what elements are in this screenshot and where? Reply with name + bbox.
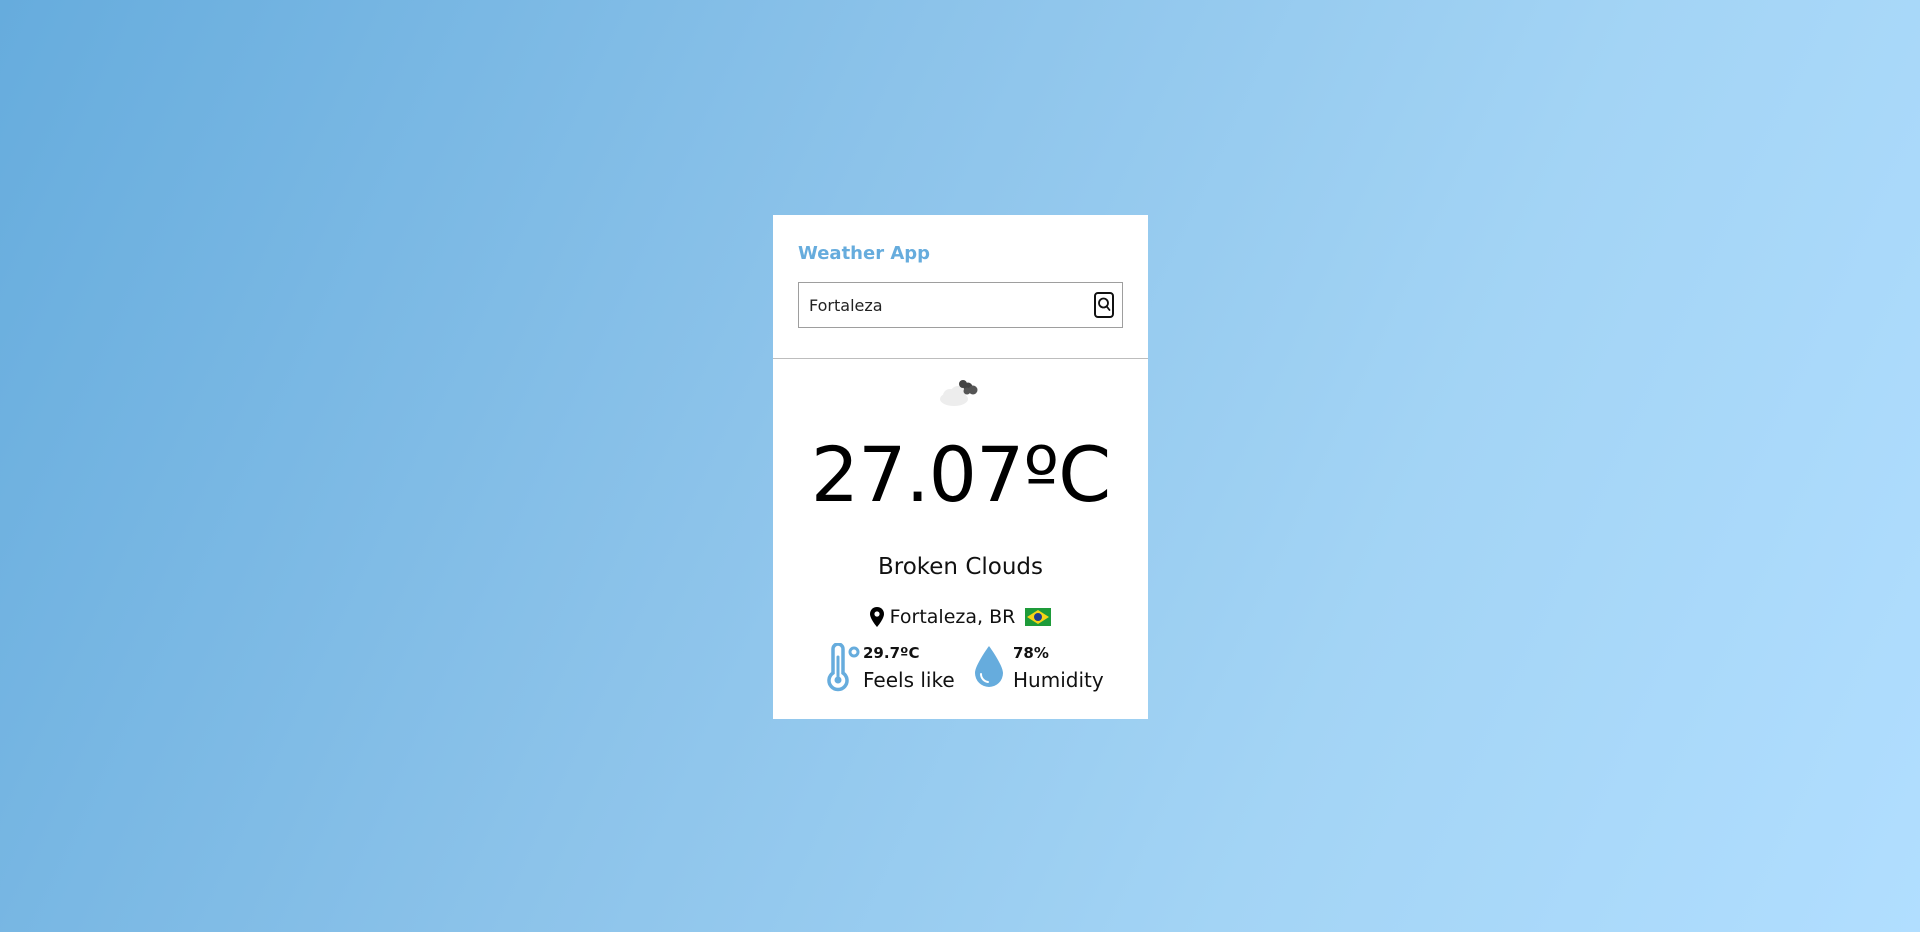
- brazil-flag-icon: [1025, 608, 1052, 626]
- search-box: [798, 282, 1123, 328]
- feels-like-label: Feels like: [863, 668, 955, 692]
- feels-like-value: 29.7ºC: [863, 644, 920, 662]
- humidity-value: 78%: [1013, 644, 1049, 662]
- card-header: Weather App: [773, 215, 1148, 359]
- humidity-detail: 78% Humidity: [973, 643, 1104, 693]
- app-title: Weather App: [798, 243, 931, 264]
- thermometer-icon: [827, 643, 860, 692]
- search-button[interactable]: [1094, 292, 1114, 318]
- humidity-label: Humidity: [1013, 668, 1104, 692]
- location-label: Fortaleza, BR: [889, 606, 1016, 628]
- search-input[interactable]: [809, 295, 1094, 315]
- water-drop-icon: [975, 646, 1003, 687]
- search-icon: [1098, 297, 1111, 311]
- location: Fortaleza, BR: [773, 605, 1148, 629]
- feels-like-detail: 29.7ºC Feels like: [823, 643, 955, 693]
- weather-description: Broken Clouds: [877, 554, 1044, 580]
- humidity-text: 78% Humidity: [1013, 643, 1104, 693]
- temperature: 27.07ºC: [810, 430, 1111, 519]
- feels-like-text: 29.7ºC Feels like: [863, 643, 955, 693]
- map-pin-icon: [869, 607, 884, 627]
- weather-card: Weather App 27.07ºC Broken Clouds: [773, 215, 1148, 719]
- broken-clouds-icon: [940, 380, 978, 406]
